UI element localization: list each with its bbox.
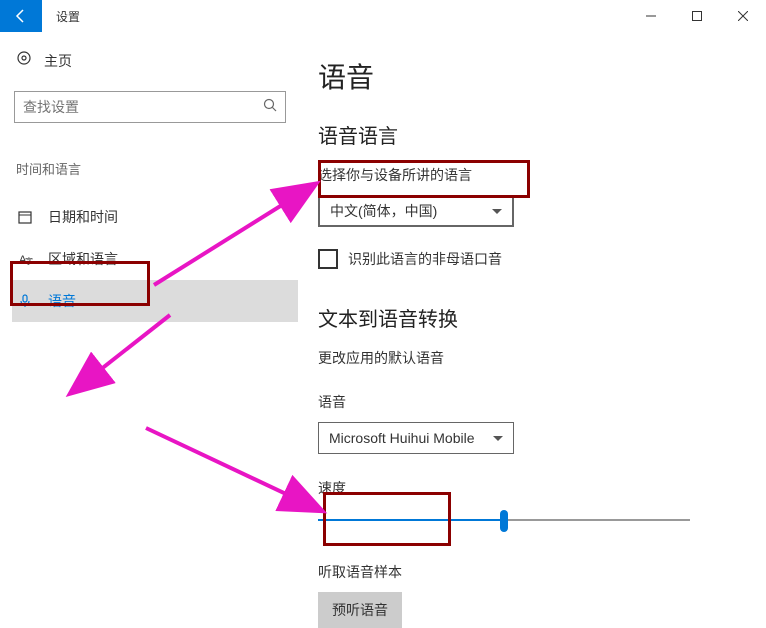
speed-slider[interactable] [318,508,690,532]
tts-desc: 更改应用的默认语音 [318,348,766,368]
back-button[interactable] [0,0,42,32]
section-speech-language: 语音语言 [318,120,766,149]
slider-fill [318,519,504,521]
nonnative-accent-checkbox-row[interactable]: 识别此语言的非母语口音 [318,249,766,269]
chevron-down-icon [493,436,503,441]
window-title: 设置 [56,8,80,25]
sidebar-item-label: 日期和时间 [48,207,118,227]
maximize-button[interactable] [674,0,720,32]
language-icon: A字 [16,251,34,267]
sidebar-item-region[interactable]: A字 区域和语言 [12,238,298,280]
dropdown-value: 中文(简体，中国) [330,201,437,221]
home-label: 主页 [44,51,72,71]
microphone-icon [16,293,34,309]
field-label-sample: 听取语音样本 [318,562,766,582]
field-label-speed: 速度 [318,478,766,498]
preview-voice-button[interactable]: 预听语音 [318,592,402,628]
main-content: 语音 语音语言 选择你与设备所讲的语言 中文(简体，中国) 识别此语言的非母语口… [300,32,766,586]
page-title: 语音 [318,56,766,96]
search-box[interactable] [14,91,286,123]
chevron-down-icon [492,209,502,214]
sidebar-item-speech[interactable]: 语音 [12,280,298,322]
gear-icon [16,50,32,71]
checkbox[interactable] [318,249,338,269]
voice-dropdown[interactable]: Microsoft Huihui Mobile [318,422,514,454]
close-button[interactable] [720,0,766,32]
field-label-language: 选择你与设备所讲的语言 [318,165,766,185]
slider-thumb[interactable] [500,510,508,532]
home-nav[interactable]: 主页 [14,50,286,71]
sidebar-item-label: 区域和语言 [48,249,118,269]
search-icon [263,98,277,117]
sidebar-item-label: 语音 [48,291,76,311]
sidebar-item-datetime[interactable]: 日期和时间 [12,196,298,238]
field-label-voice: 语音 [318,392,766,412]
minimize-button[interactable] [628,0,674,32]
svg-text:字: 字 [25,256,33,266]
section-tts: 文本到语音转换 [318,303,766,332]
sidebar: 主页 时间和语言 日期和时间 A字 区域和语言 [0,32,300,586]
dropdown-value: Microsoft Huihui Mobile [329,430,475,446]
category-label: 时间和语言 [14,159,286,178]
calendar-icon [16,209,34,225]
search-input[interactable] [23,99,263,115]
language-dropdown[interactable]: 中文(简体，中国) [318,195,514,227]
checkbox-label: 识别此语言的非母语口音 [348,249,502,269]
